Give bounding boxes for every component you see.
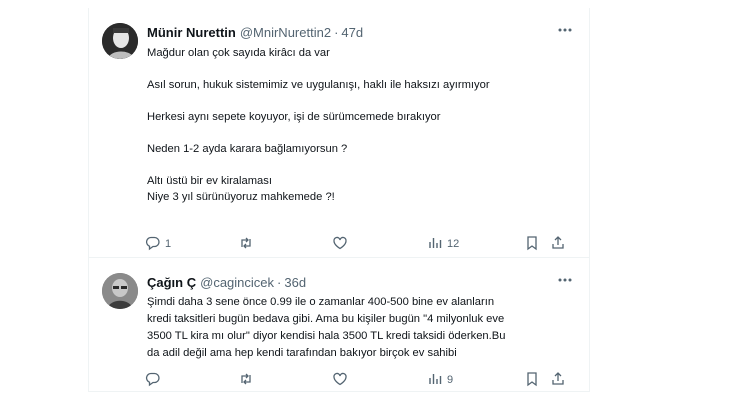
tweet-text-line: Şimdi daha 3 sene önce 0.99 ile o zamanl… (147, 296, 495, 308)
author-name[interactable]: Münir Nurettin (147, 25, 236, 40)
tweet-text: Şimdi daha 3 sene önce 0.99 ile o zamanl… (147, 294, 567, 362)
author-handle[interactable]: @MnirNurettin2 (240, 25, 331, 40)
retweet-button[interactable] (238, 371, 254, 389)
views-count: 9 (447, 374, 454, 386)
separator-dot: · (277, 275, 282, 290)
bookmark-button[interactable] (524, 235, 540, 253)
more-icon[interactable] (555, 272, 575, 288)
views-button[interactable]: 9 (427, 371, 453, 389)
like-icon (332, 235, 348, 254)
separator-dot: · (334, 25, 339, 40)
tweet-text-line: 3500 TL kira mı olur" diyor kendisi hala… (147, 330, 506, 342)
views-icon (427, 235, 443, 254)
tweet-text: Mağdur olan çok sayıda kirâcı da var Ası… (147, 45, 567, 205)
tweet-text-line: Neden 1-2 ayda karara bağlamıyorsun ? (147, 143, 348, 155)
tweet-text-line: da adil değil ama hep kendi tarafından b… (147, 347, 457, 359)
tweet-text-line (147, 61, 567, 77)
views-button[interactable]: 12 (427, 235, 459, 253)
timeline-panel: Münir Nurettin @MnirNurettin2 · 47d Mağd… (88, 8, 590, 392)
tweet-text-line (147, 125, 567, 141)
like-button[interactable] (332, 235, 348, 253)
share-icon (550, 235, 566, 254)
bookmark-icon (524, 371, 540, 390)
retweet-button[interactable] (238, 235, 254, 253)
tweet-text-line (147, 157, 567, 173)
timestamp[interactable]: 36d (284, 275, 306, 290)
views-icon (427, 371, 443, 390)
timestamp[interactable]: 47d (341, 25, 363, 40)
share-button[interactable] (550, 235, 566, 253)
bookmark-icon (524, 235, 540, 254)
tweet[interactable]: Münir Nurettin @MnirNurettin2 · 47d Mağd… (89, 8, 589, 258)
reply-button[interactable]: 1 (145, 235, 171, 253)
tweet-actions: 9 (145, 371, 585, 389)
tweet-actions: 1 12 (145, 235, 585, 253)
tweet[interactable]: Çağın Ç @cagincicek · 36d Şimdi daha 3 s… (89, 258, 589, 392)
author-handle[interactable]: @cagincicek (200, 275, 274, 290)
reply-button[interactable] (145, 371, 165, 389)
tweet-header: Münir Nurettin @MnirNurettin2 · 47d (147, 25, 363, 40)
tweet-text-line (147, 93, 567, 109)
tweet-text-line: kredi taksitleri bugün bedava gibi. Ama … (147, 313, 505, 325)
reply-icon (145, 371, 161, 390)
avatar[interactable] (102, 23, 138, 59)
tweet-text-line: Asıl sorun, hukuk sistemimiz ve uygulanı… (147, 79, 490, 91)
share-button[interactable] (550, 371, 566, 389)
author-name[interactable]: Çağın Ç (147, 275, 196, 290)
retweet-icon (238, 235, 254, 254)
retweet-icon (238, 371, 254, 390)
views-count: 12 (447, 238, 460, 250)
tweet-text-line: Mağdur olan çok sayıda kirâcı da var (147, 47, 330, 59)
tweet-header: Çağın Ç @cagincicek · 36d (147, 275, 306, 290)
tweet-text-line: Niye 3 yıl sürünüyoruz mahkemede ?! (147, 191, 335, 203)
tweet-text-line: Herkesi aynı sepete koyuyor, işi de sürü… (147, 111, 441, 123)
like-button[interactable] (332, 371, 348, 389)
reply-icon (145, 235, 161, 254)
avatar[interactable] (102, 273, 138, 309)
share-icon (550, 371, 566, 390)
like-icon (332, 371, 348, 390)
reply-count: 1 (165, 238, 172, 250)
bookmark-button[interactable] (524, 371, 540, 389)
tweet-text-line: Altı üstü bir ev kiralaması (147, 175, 272, 187)
more-icon[interactable] (555, 22, 575, 38)
